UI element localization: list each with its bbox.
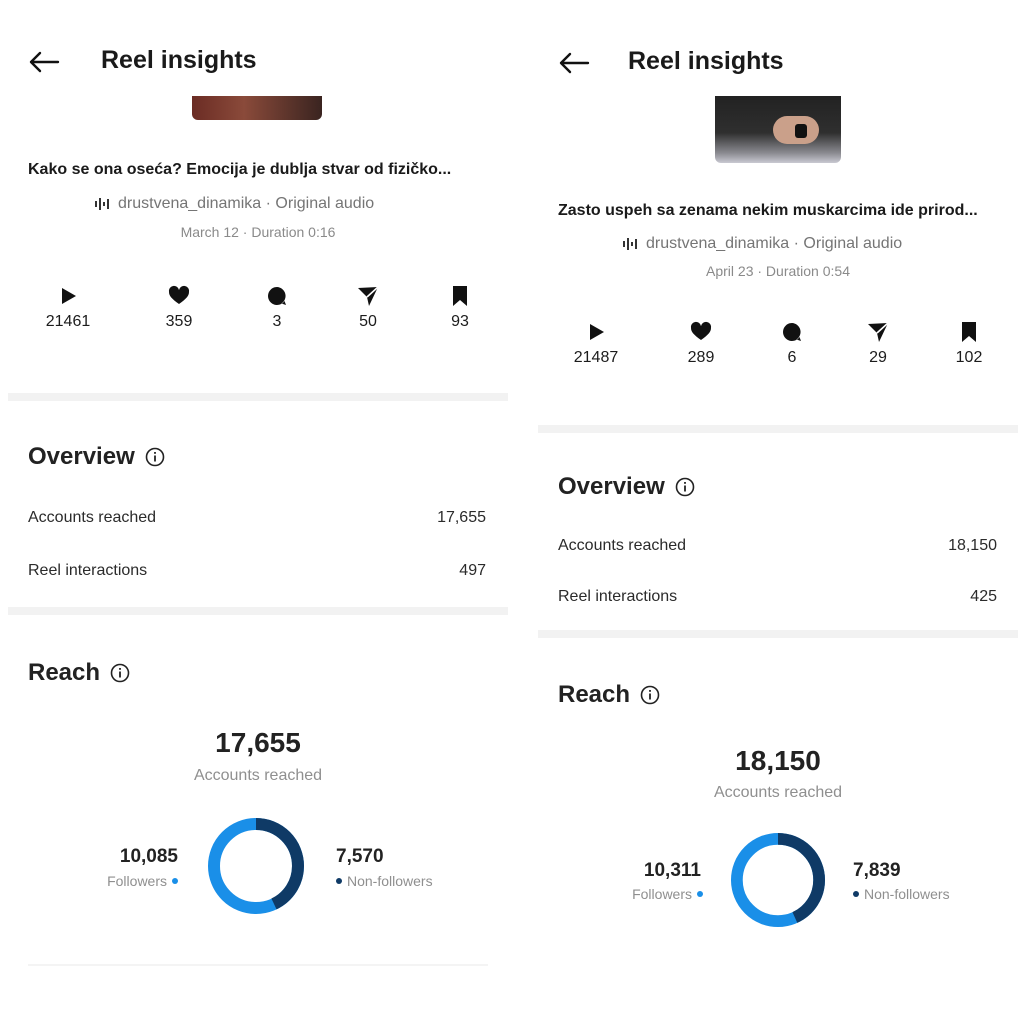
page-title: Reel insights [628, 47, 784, 75]
reach-total: 17,655 [215, 727, 301, 758]
heart-icon [168, 285, 190, 304]
comments-stat: 6 [752, 321, 832, 367]
reel-meta: April 23 · Duration 0:54 [706, 263, 850, 279]
shares-stat: 29 [838, 321, 918, 367]
shares-count: 50 [359, 313, 377, 330]
accounts-reached-value: 18,150 [948, 537, 997, 554]
non-followers-dot [853, 891, 859, 897]
reel-interactions-value: 425 [970, 588, 997, 605]
likes-stat: 359 [139, 285, 219, 331]
info-icon[interactable] [145, 447, 165, 467]
heart-icon [690, 321, 712, 340]
followers-legend: Followers [583, 886, 703, 902]
saves-count: 93 [451, 313, 469, 330]
reach-donut-chart [208, 818, 304, 914]
audio-label: drustvena_dinamika · Original audio [646, 235, 903, 252]
reel-meta: March 12 · Duration 0:16 [180, 224, 336, 240]
saves-count: 102 [955, 349, 983, 366]
reach-donut-chart [730, 832, 826, 928]
audio-row[interactable]: drustvena_dinamika · Original audio [622, 235, 902, 253]
reel-interactions-label: Reel interactions [558, 588, 678, 605]
comments-stat: 3 [237, 285, 317, 331]
reel-interactions-label: Reel interactions [28, 562, 148, 579]
shares-count: 29 [869, 349, 887, 366]
play-icon [62, 288, 76, 304]
saves-stat: 93 [420, 285, 500, 331]
likes-stat: 289 [661, 321, 741, 367]
non-followers-legend: Non-followers [336, 873, 433, 889]
non-followers-count: 7,839 [853, 860, 901, 881]
followers-label: Followers [632, 886, 692, 902]
send-icon [358, 286, 379, 306]
back-arrow-icon[interactable] [28, 51, 60, 73]
section-divider [538, 630, 1018, 638]
thumbnail-watch [795, 124, 807, 138]
section-divider [8, 393, 508, 401]
non-followers-dot [336, 878, 342, 884]
plays-stat: 21461 [28, 285, 108, 331]
reel-caption: Kako se ona oseća? Emocija je dublja stv… [28, 161, 452, 178]
overview-title: Overview [28, 443, 135, 470]
accounts-reached-label: Accounts reached [558, 537, 687, 554]
play-icon [590, 324, 604, 340]
reach-heading: Reach [558, 681, 660, 709]
reel-interactions-value: 497 [459, 562, 486, 579]
audio-waveform-icon [95, 198, 109, 210]
reel-insights-panel-left: Reel insights Kako se ona oseća? Emocija… [8, 0, 508, 1024]
non-followers-legend: Non-followers [853, 886, 950, 902]
comments-count: 3 [272, 313, 282, 330]
section-divider [538, 425, 1018, 433]
followers-dot [697, 891, 703, 897]
overview-title: Overview [558, 473, 665, 500]
plays-stat: 21487 [556, 321, 636, 367]
followers-label: Followers [107, 873, 167, 889]
plays-count: 21487 [573, 349, 619, 366]
likes-count: 359 [165, 313, 193, 330]
comment-icon [268, 287, 286, 305]
back-arrow-icon[interactable] [558, 52, 590, 74]
bookmark-icon [453, 286, 467, 306]
reel-thumbnail[interactable] [715, 96, 841, 163]
audio-label: drustvena_dinamika · Original audio [118, 195, 375, 212]
reach-heading: Reach [28, 659, 130, 687]
reel-caption: Zasto uspeh sa zenama nekim muskarcima i… [558, 202, 978, 219]
non-followers-count: 7,570 [336, 846, 384, 867]
accounts-reached-value: 17,655 [437, 509, 486, 526]
overview-heading: Overview [558, 473, 695, 501]
reach-total: 18,150 [735, 745, 821, 776]
audio-waveform-icon [623, 238, 637, 250]
saves-stat: 102 [929, 321, 1009, 367]
bookmark-icon [962, 322, 976, 342]
comments-count: 6 [787, 349, 797, 366]
reach-total-label: Accounts reached [713, 784, 843, 801]
followers-legend: Followers [58, 873, 178, 889]
accounts-reached-label: Accounts reached [28, 509, 157, 526]
info-icon[interactable] [640, 685, 660, 705]
followers-count: 10,311 [643, 860, 701, 881]
audio-row[interactable]: drustvena_dinamika · Original audio [94, 195, 374, 213]
bottom-divider [28, 964, 488, 966]
reach-title: Reach [558, 681, 631, 708]
reach-total-label: Accounts reached [193, 767, 323, 784]
comment-icon [783, 323, 801, 341]
section-divider [8, 607, 508, 615]
page-title: Reel insights [101, 46, 257, 74]
send-icon [868, 322, 889, 342]
info-icon[interactable] [675, 477, 695, 497]
followers-dot [172, 878, 178, 884]
shares-stat: 50 [328, 285, 408, 331]
non-followers-label: Non-followers [347, 873, 433, 889]
reel-insights-panel-right: Reel insights Zasto uspeh sa zenama neki… [538, 0, 1018, 1024]
reach-title: Reach [28, 659, 101, 686]
plays-count: 21461 [45, 313, 91, 330]
followers-count: 10,085 [119, 846, 178, 867]
overview-heading: Overview [28, 443, 165, 471]
non-followers-label: Non-followers [864, 886, 950, 902]
reel-thumbnail[interactable] [192, 96, 322, 120]
likes-count: 289 [687, 349, 715, 366]
info-icon[interactable] [110, 663, 130, 683]
